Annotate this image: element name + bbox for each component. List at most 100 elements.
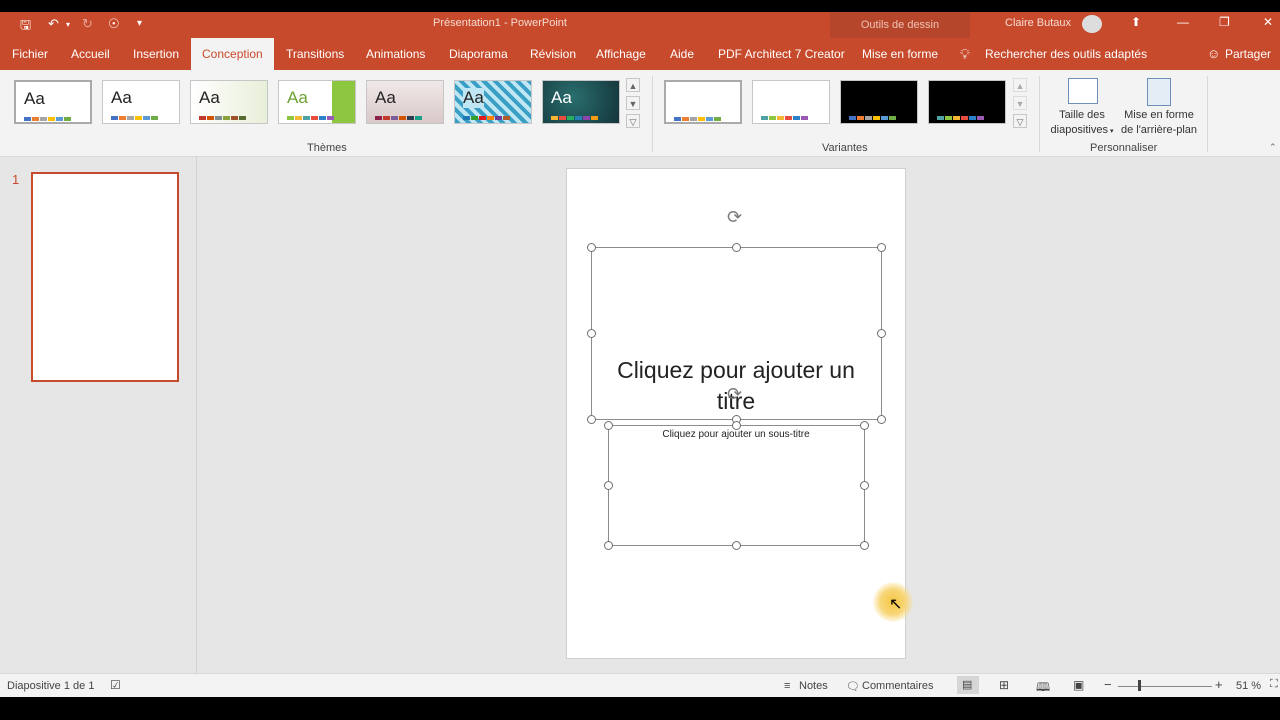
themes-scroll-up-icon[interactable]: ▲ [626,78,640,92]
ribbon: Aa Aa Aa Aa Aa Aa Aa ▲ ▼ ▽ Thèmes ▲ ▼ ▽ [0,70,1280,157]
tab-affichage[interactable]: Affichage [596,38,646,70]
notes-icon: ≡ [784,680,791,692]
resize-handle[interactable] [732,541,741,550]
variants-scroll-up-icon: ▲ [1013,78,1027,92]
group-divider [1039,76,1040,152]
group-divider [652,76,653,152]
user-name[interactable]: Claire Butaux [1005,17,1071,29]
slide-size-button[interactable]: Taille des diapositives ▾ [1045,74,1119,140]
customize-group-label: Personnaliser [1090,142,1158,154]
avatar[interactable] [1082,15,1102,33]
resize-handle[interactable] [587,243,596,252]
slide-counter: Diapositive 1 de 1 [7,680,95,692]
mouse-pointer-icon: ↖ [889,596,903,613]
customize-qat-icon[interactable]: ▾ [137,18,142,29]
resize-handle[interactable] [587,329,596,338]
resize-handle[interactable] [732,421,741,430]
tab-mise-en-forme[interactable]: Mise en forme [862,38,938,70]
tab-animations[interactable]: Animations [366,38,425,70]
rotate-handle-icon[interactable]: ⟳ [727,384,742,405]
theme-sample-text: Aa [463,88,484,108]
format-background-button[interactable]: Mise en forme de l'arrière-plan [1119,74,1199,140]
subtitle-placeholder[interactable] [608,425,865,546]
theme-office[interactable]: Aa [14,80,92,124]
redo-icon: ↻ [82,16,93,31]
tab-pdf-architect[interactable]: PDF Architect 7 Creator [718,38,845,70]
rotate-handle-icon[interactable]: ⟳ [727,207,742,228]
resize-handle[interactable] [604,481,613,490]
subtitle-placeholder-text[interactable]: Cliquez pour ajouter un sous-titre [608,429,864,440]
slide-thumbnail[interactable] [31,172,179,382]
variant-color-bars [937,116,984,120]
variant-4[interactable] [928,80,1006,124]
slide-sorter-icon[interactable]: ⊞ [999,678,1009,692]
reading-view-icon[interactable]: 🕮︎ [1036,678,1050,699]
resize-handle[interactable] [877,329,886,338]
slide-thumbnail-number: 1 [12,172,20,187]
theme-sample-text: Aa [199,88,220,107]
status-bar: Diapositive 1 de 1 ☑ ≡ Notes 🗨︎ Commenta… [0,673,1280,698]
share-button[interactable]: Partager [1225,38,1271,70]
theme-organic[interactable]: Aa [366,80,444,124]
resize-handle[interactable] [604,541,613,550]
tab-accueil[interactable]: Accueil [71,38,110,70]
format-background-icon [1147,78,1171,106]
minimize-icon[interactable]: — [1177,15,1189,29]
tab-conception[interactable]: Conception [191,38,274,70]
variant-3[interactable] [840,80,918,124]
tab-transitions[interactable]: Transitions [286,38,344,70]
theme-office-2[interactable]: Aa [102,80,180,124]
theme-facette[interactable]: Aa [190,80,268,124]
touch-mode-icon[interactable]: ☉ [108,16,120,32]
maximize-icon[interactable]: ❐ [1219,15,1230,29]
themes-more-icon[interactable]: ▽ [626,114,640,128]
resize-handle[interactable] [877,415,886,424]
close-icon[interactable]: ✕ [1263,15,1273,29]
ribbon-display-icon[interactable]: ⬆ [1131,15,1141,29]
zoom-in-icon[interactable]: + [1215,677,1223,692]
resize-handle[interactable] [604,421,613,430]
variant-color-bars [674,117,721,121]
comments-button[interactable]: Commentaires [862,680,934,692]
variant-1[interactable] [664,80,742,124]
tab-insertion[interactable]: Insertion [133,38,179,70]
tab-aide[interactable]: Aide [670,38,694,70]
tab-fichier[interactable]: Fichier [12,38,48,70]
resize-handle[interactable] [877,243,886,252]
theme-color-bars [24,117,71,121]
variants-more-icon[interactable]: ▽ [1013,114,1027,128]
tab-revision[interactable]: Révision [530,38,576,70]
format-background-label-1: Mise en forme [1124,109,1194,121]
tab-diaporama[interactable]: Diaporama [449,38,508,70]
contextual-tab-label: Outils de dessin [830,12,970,38]
notes-button[interactable]: Notes [799,680,828,692]
tell-me-search[interactable]: Rechercher des outils adaptés [985,38,1147,70]
zoom-slider-thumb[interactable] [1138,680,1141,691]
collapse-ribbon-icon[interactable]: ⌃ [1269,142,1277,153]
resize-handle[interactable] [732,243,741,252]
fit-to-window-icon[interactable]: ⛶ [1270,678,1278,691]
undo-dropdown-icon[interactable]: ▾ [66,20,70,29]
document-title: Présentation1 - PowerPoint [433,17,567,29]
save-icon[interactable]: 🖫 [20,16,31,38]
accessibility-check-icon[interactable]: ☑ [110,678,121,692]
theme-sample-text: Aa [111,88,132,107]
theme-sample-text: Aa [287,88,308,107]
zoom-level[interactable]: 51 % [1236,680,1261,692]
zoom-slider-track[interactable] [1118,686,1212,687]
undo-icon[interactable]: ↶ [48,16,59,32]
resize-handle[interactable] [587,415,596,424]
theme-retrospect[interactable]: Aa [454,80,532,124]
resize-handle[interactable] [860,421,869,430]
lightbulb-icon: 💡︎ [960,46,970,62]
resize-handle[interactable] [860,481,869,490]
slideshow-icon[interactable]: ▣ [1073,678,1084,692]
themes-scroll-down-icon[interactable]: ▼ [626,96,640,110]
ribbon-tabs: Fichier Accueil Insertion Conception Tra… [0,38,1280,70]
bottom-letterbox [0,697,1280,720]
theme-ion[interactable]: Aa [278,80,356,124]
resize-handle[interactable] [860,541,869,550]
variant-2[interactable] [752,80,830,124]
zoom-out-icon[interactable]: − [1104,677,1112,692]
theme-ion-boardroom[interactable]: Aa [542,80,620,124]
